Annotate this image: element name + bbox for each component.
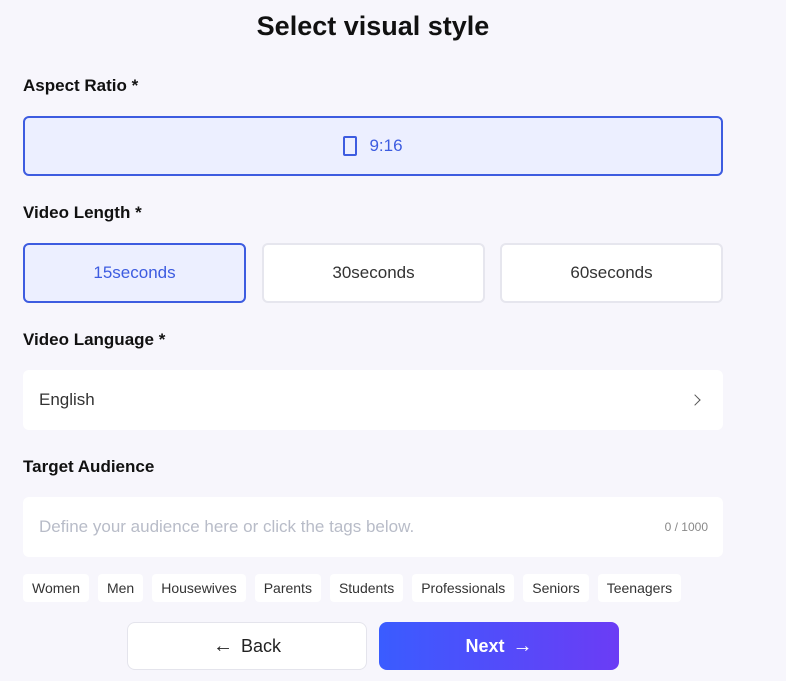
audience-tags: Women Men Housewives Parents Students Pr… <box>23 574 682 602</box>
back-button-label: Back <box>240 635 282 656</box>
tag-seniors[interactable]: Seniors <box>523 574 589 602</box>
target-audience-label: Target Audience <box>23 457 155 476</box>
target-audience-input[interactable] <box>23 497 643 557</box>
tag-professionals[interactable]: Professionals <box>412 574 515 602</box>
aspect-ratio-option-9-16[interactable]: 9:16 <box>23 116 723 176</box>
tag-men[interactable]: Men <box>97 574 144 602</box>
tag-students[interactable]: Students <box>329 574 404 602</box>
tag-women[interactable]: Women <box>23 574 89 602</box>
character-counter: 0 / 1000 <box>664 520 708 534</box>
arrow-left-icon: ← <box>212 635 233 657</box>
back-button[interactable]: ← Back <box>127 622 367 670</box>
video-length-option-30[interactable]: 30seconds <box>262 243 485 303</box>
target-audience-field: 0 / 1000 <box>23 497 723 557</box>
chevron-right-icon <box>689 394 701 406</box>
video-length-label: Video Length * <box>23 203 142 222</box>
video-length-option-15[interactable]: 15seconds <box>23 243 246 303</box>
next-button[interactable]: Next → <box>379 622 619 670</box>
next-button-label: Next <box>465 635 505 656</box>
video-language-value: English <box>39 390 95 409</box>
video-language-label: Video Language * <box>23 330 166 349</box>
visual-style-page: Select visual style Aspect Ratio * 9:16 … <box>0 0 786 681</box>
video-length-option-60[interactable]: 60seconds <box>500 243 723 303</box>
tag-parents[interactable]: Parents <box>254 574 321 602</box>
aspect-ratio-label: Aspect Ratio * <box>23 76 139 95</box>
aspect-ratio-value: 9:16 <box>369 136 403 155</box>
phone-portrait-icon <box>343 136 358 156</box>
page-title: Select visual style <box>256 11 490 41</box>
video-language-select[interactable]: English <box>23 370 723 430</box>
tag-housewives[interactable]: Housewives <box>152 574 246 602</box>
arrow-right-icon: → <box>512 635 533 657</box>
tag-teenagers[interactable]: Teenagers <box>597 574 682 602</box>
